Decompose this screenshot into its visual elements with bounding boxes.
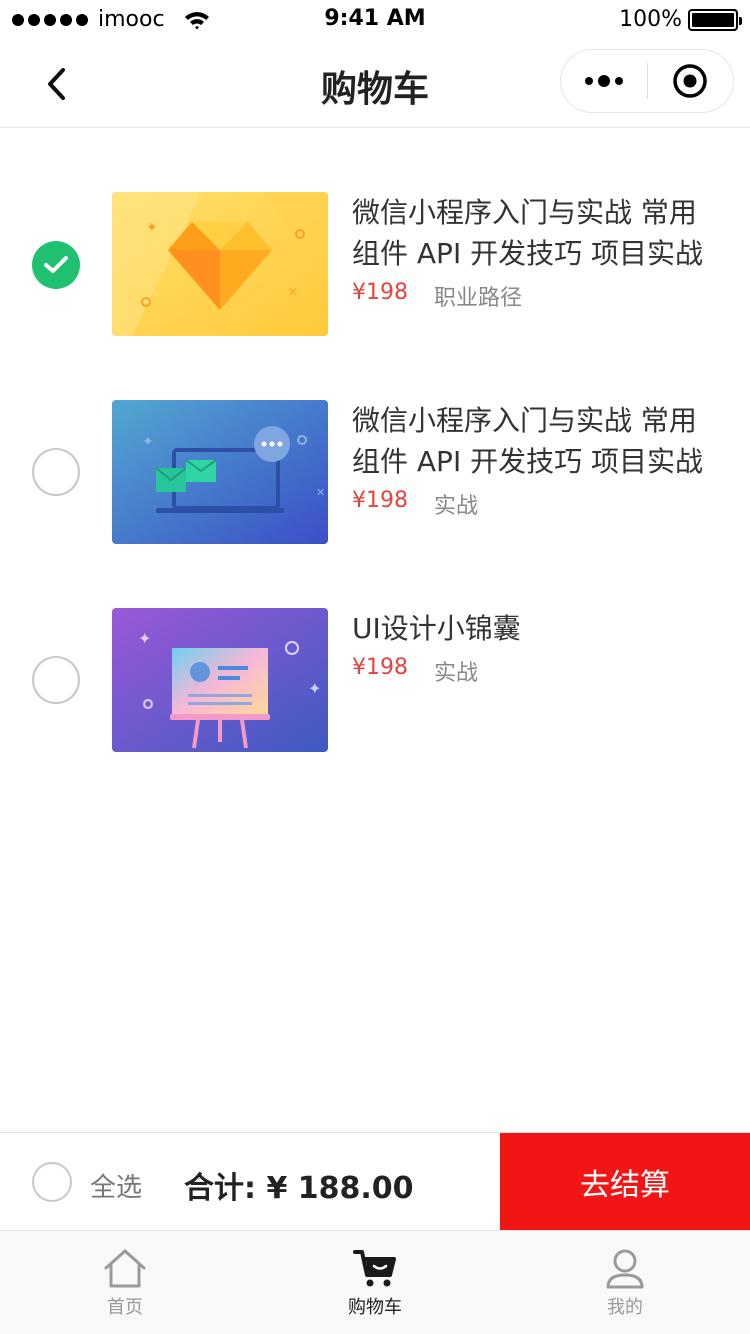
checkout-bar: 全选 合计: ¥ 188.00 去结算 <box>0 1132 750 1231</box>
item-title[interactable]: 微信小程序入门与实战 常用组件 API 开发技巧 项目实战 <box>352 400 712 482</box>
tab-label: 首页 <box>107 1297 143 1318</box>
item-checkbox[interactable] <box>32 656 80 704</box>
course-thumbnail[interactable]: ✦ ✕ <box>112 192 328 336</box>
item-tag: 实战 <box>434 661 479 686</box>
more-button[interactable] <box>561 49 647 113</box>
battery-icon <box>688 8 742 31</box>
target-circle-icon <box>673 64 708 98</box>
item-price: ¥198 <box>352 655 408 680</box>
tab-label: 我的 <box>607 1297 643 1318</box>
tab-home[interactable]: 首页 <box>0 1231 250 1334</box>
checkmark-icon <box>44 256 68 273</box>
more-dots-icon <box>585 77 593 85</box>
total-amount: 合计: ¥ 188.00 <box>184 1171 414 1206</box>
cart-item[interactable]: ✦ ✦ UI设计小锦囊 ¥198 实战 <box>0 608 750 758</box>
item-info: 微信小程序入门与实战 常用组件 API 开发技巧 项目实战 ¥198 实战 <box>352 400 712 520</box>
item-price: ¥198 <box>352 280 408 305</box>
course-thumbnail[interactable]: ✦ ✦ <box>112 608 328 752</box>
battery-percent: 100% <box>619 7 682 32</box>
nav-bar: 购物车 <box>0 40 750 128</box>
cart-item[interactable]: ✦ ✕ 微信小程序入门与实战 常用组件 API 开发技巧 项目实战 ¥198 职… <box>0 192 750 342</box>
sketch-diamond-image: ✦ ✕ <box>112 192 328 336</box>
select-all-checkbox[interactable] <box>32 1162 72 1202</box>
item-price: ¥198 <box>352 488 408 513</box>
select-all-label[interactable]: 全选 <box>90 1167 142 1204</box>
item-title[interactable]: UI设计小锦囊 <box>352 608 712 649</box>
laptop-messages-image: ✦ ✕ <box>112 400 328 544</box>
svg-text:✦: ✦ <box>138 629 151 648</box>
course-thumbnail[interactable]: ✦ ✕ <box>112 400 328 544</box>
cart-item[interactable]: ✦ ✕ 微信小程序入门与实战 常用组件 API 开发技巧 项目实战 ¥198 实… <box>0 400 750 550</box>
item-info: UI设计小锦囊 ¥198 实战 <box>352 608 712 687</box>
svg-text:✕: ✕ <box>288 285 298 299</box>
easel-board-image: ✦ ✦ <box>112 608 328 752</box>
tab-bar: 首页 购物车 我的 <box>0 1230 750 1334</box>
checkout-button[interactable]: 去结算 <box>500 1133 750 1231</box>
svg-text:✦: ✦ <box>146 220 158 236</box>
svg-text:✕: ✕ <box>316 486 325 499</box>
svg-text:✦: ✦ <box>142 434 154 450</box>
item-tag: 实战 <box>434 494 479 519</box>
tab-profile[interactable]: 我的 <box>500 1231 750 1334</box>
cart-icon <box>353 1250 396 1287</box>
item-tag: 职业路径 <box>434 286 523 311</box>
status-bar: imooc 9:41 AM 100% <box>0 0 750 40</box>
close-miniprogram-button[interactable] <box>648 49 733 113</box>
tab-cart[interactable]: 购物车 <box>250 1231 500 1334</box>
item-checkbox[interactable] <box>32 241 80 289</box>
tab-label: 购物车 <box>348 1297 402 1318</box>
svg-text:✦: ✦ <box>308 679 321 698</box>
user-icon <box>606 1249 644 1289</box>
home-icon <box>104 1249 146 1288</box>
item-title[interactable]: 微信小程序入门与实战 常用组件 API 开发技巧 项目实战 <box>352 192 712 274</box>
item-info: 微信小程序入门与实战 常用组件 API 开发技巧 项目实战 ¥198 职业路径 <box>352 192 712 312</box>
miniprogram-capsule <box>560 49 734 113</box>
item-checkbox[interactable] <box>32 448 80 496</box>
